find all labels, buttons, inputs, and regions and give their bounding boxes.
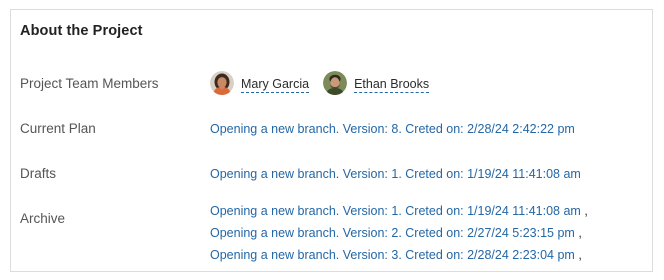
archive-item: Opening a new branch. Version: 1. Creted… bbox=[210, 200, 588, 222]
drafts-value: Opening a new branch. Version: 1. Creted… bbox=[210, 167, 581, 181]
team-member-mary-garcia[interactable]: Mary Garcia bbox=[210, 71, 310, 95]
archive-link[interactable]: Opening a new branch. Version: 2. Creted… bbox=[210, 226, 575, 240]
current-plan-value: Opening a new branch. Version: 8. Creted… bbox=[210, 122, 575, 136]
card-title: About the Project bbox=[20, 23, 143, 39]
about-project-card: About the Project Project Team Members M… bbox=[10, 9, 653, 272]
archive-item: Opening a new branch. Version: 3. Creted… bbox=[210, 244, 588, 266]
archive-item: Opening a new branch. Version: 2. Creted… bbox=[210, 222, 588, 244]
archive-link[interactable]: Opening a new branch. Version: 3. Creted… bbox=[210, 248, 575, 262]
current-plan-link[interactable]: Opening a new branch. Version: 8. Creted… bbox=[210, 122, 575, 136]
team-member-name[interactable]: Mary Garcia bbox=[241, 73, 310, 93]
archive-list: Opening a new branch. Version: 1. Creted… bbox=[210, 200, 588, 266]
draft-link[interactable]: Opening a new branch. Version: 1. Creted… bbox=[210, 167, 581, 181]
drafts-label: Drafts bbox=[20, 166, 57, 181]
user-avatar-male-icon bbox=[323, 71, 348, 95]
team-member-name[interactable]: Ethan Brooks bbox=[354, 73, 430, 93]
archive-link[interactable]: Opening a new branch. Version: 1. Creted… bbox=[210, 204, 581, 218]
team-members-label: Project Team Members bbox=[20, 76, 159, 91]
archive-separator: , bbox=[578, 248, 582, 262]
archive-separator: , bbox=[584, 204, 588, 218]
team-members-list: Mary Garcia Ethan Brooks bbox=[210, 71, 443, 95]
archive-separator: , bbox=[578, 226, 582, 240]
team-member-ethan-brooks[interactable]: Ethan Brooks bbox=[323, 71, 430, 95]
user-avatar-female-icon bbox=[210, 71, 234, 95]
current-plan-label: Current Plan bbox=[20, 121, 96, 136]
archive-label: Archive bbox=[20, 211, 66, 226]
